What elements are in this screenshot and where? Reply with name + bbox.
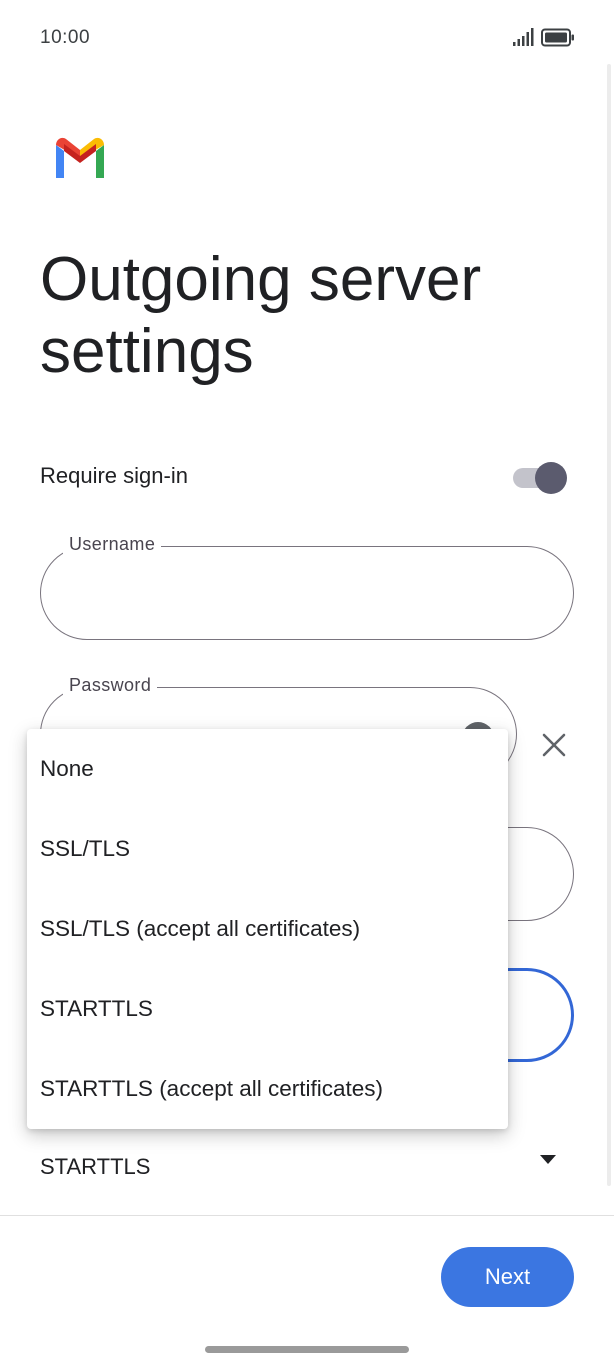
gmail-logo-icon [56,137,104,178]
scrollbar[interactable] [607,64,611,1186]
security-dropdown-menu: None SSL/TLS SSL/TLS (accept all certifi… [27,729,508,1129]
page-title: Outgoing server settings [40,245,482,386]
status-time: 10:00 [40,27,91,48]
battery-full-icon [541,28,574,47]
password-label: Password [63,675,158,696]
dropdown-arrow-icon [540,1155,556,1164]
close-icon[interactable] [540,731,568,759]
security-type-value: STARTTLS [40,1154,151,1179]
menu-item-starttls[interactable]: STARTTLS [27,969,508,1049]
footer-divider [0,1215,614,1216]
menu-item-starttls-accept-all[interactable]: STARTTLS (accept all certificates) [27,1049,508,1129]
security-type-select[interactable]: STARTTLS [40,1142,560,1190]
require-signin-label: Require sign-in [40,463,188,488]
menu-item-none[interactable]: None [27,729,508,809]
toggle-thumb [535,462,567,494]
status-bar: 10:00 [0,0,614,76]
menu-item-ssl-tls[interactable]: SSL/TLS [27,809,508,889]
username-label: Username [63,534,162,555]
menu-item-ssl-tls-accept-all[interactable]: SSL/TLS (accept all certificates) [27,889,508,969]
next-button[interactable]: Next [441,1247,574,1307]
home-indicator[interactable] [205,1346,409,1353]
username-field[interactable]: Username [40,534,574,640]
signal-bars-icon [513,28,534,46]
require-signin-toggle[interactable] [513,462,571,494]
